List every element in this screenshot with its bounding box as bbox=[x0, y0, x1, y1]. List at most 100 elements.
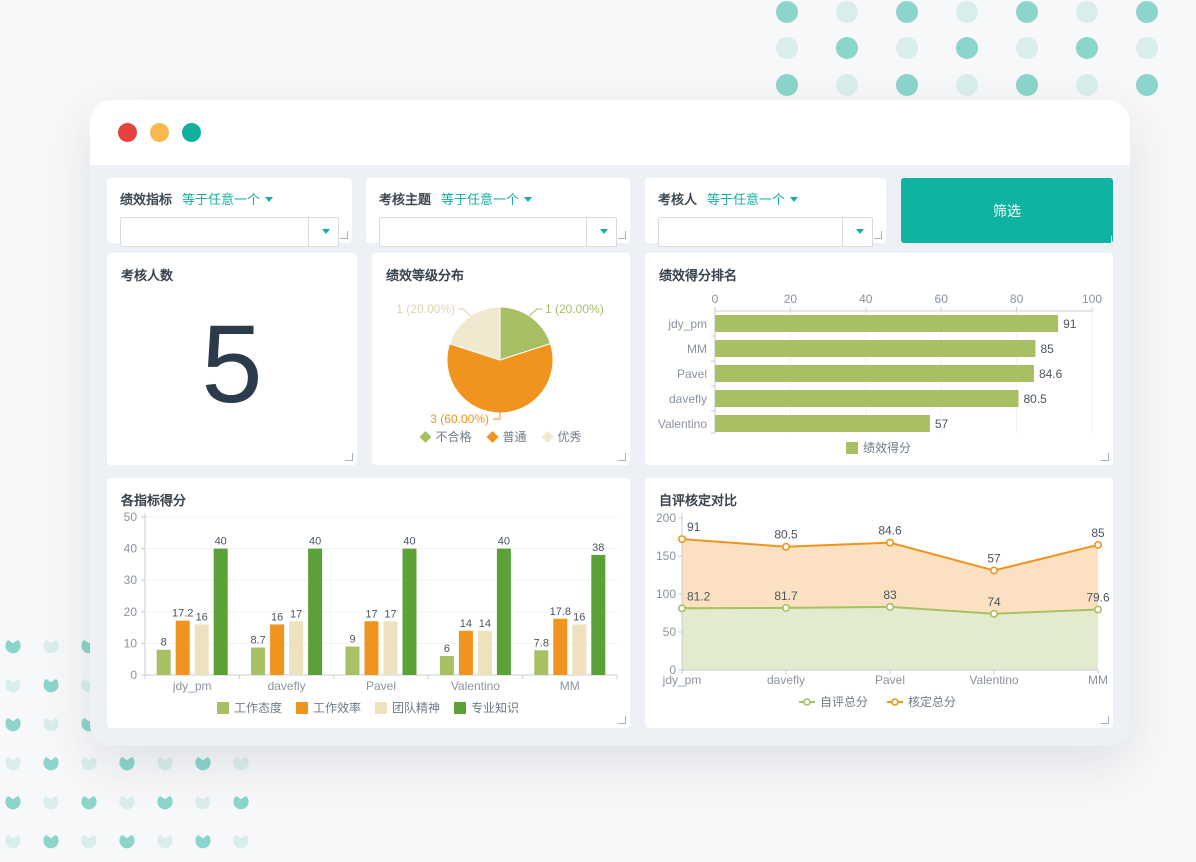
svg-text:38: 38 bbox=[592, 542, 604, 554]
decor-dot bbox=[836, 74, 858, 96]
svg-text:40: 40 bbox=[215, 536, 227, 548]
resize-handle[interactable] bbox=[1101, 716, 1109, 724]
resize-handle[interactable] bbox=[874, 231, 882, 239]
svg-text:jdy_pm: jdy_pm bbox=[667, 317, 707, 331]
decor-pac-icon bbox=[42, 831, 60, 849]
resize-handle[interactable] bbox=[618, 231, 626, 239]
svg-text:工作效率: 工作效率 bbox=[313, 700, 361, 715]
chart-title: 绩效得分排名 bbox=[659, 265, 737, 284]
decor-dot bbox=[896, 37, 918, 59]
svg-text:20: 20 bbox=[784, 292, 798, 306]
chevron-down-icon bbox=[600, 229, 608, 238]
svg-text:优秀: 优秀 bbox=[558, 430, 582, 444]
resize-handle[interactable] bbox=[618, 453, 626, 461]
chart-title: 各指标得分 bbox=[121, 490, 186, 509]
decor-dot bbox=[956, 74, 978, 96]
svg-text:16: 16 bbox=[573, 611, 585, 623]
decor-pac-icon bbox=[80, 792, 98, 810]
svg-text:Pavel: Pavel bbox=[677, 367, 707, 381]
resize-handle[interactable] bbox=[618, 716, 626, 724]
svg-text:80: 80 bbox=[1010, 292, 1024, 306]
svg-text:60: 60 bbox=[935, 292, 949, 306]
filter-input-value bbox=[380, 218, 586, 246]
svg-text:davefly: davefly bbox=[767, 673, 805, 687]
svg-text:1 (20.00%): 1 (20.00%) bbox=[545, 302, 604, 316]
svg-text:核定总分: 核定总分 bbox=[908, 694, 956, 709]
svg-text:jdy_pm: jdy_pm bbox=[172, 679, 212, 693]
decor-dot bbox=[1016, 37, 1038, 59]
decor-pac-icon bbox=[4, 636, 22, 654]
svg-text:30: 30 bbox=[124, 573, 138, 587]
svg-text:50: 50 bbox=[124, 510, 138, 524]
svg-text:100: 100 bbox=[656, 587, 676, 601]
decor-dot bbox=[896, 1, 918, 23]
decor-dot bbox=[1016, 74, 1038, 96]
decor-pac-icon bbox=[42, 753, 60, 771]
kpi-value: 5 bbox=[107, 305, 357, 425]
svg-text:Valentino: Valentino bbox=[658, 417, 707, 431]
svg-text:Pavel: Pavel bbox=[875, 673, 905, 687]
decor-pac-icon bbox=[42, 792, 60, 810]
svg-text:10: 10 bbox=[124, 636, 138, 650]
filter-operator-dropdown[interactable]: 等于任意一个 bbox=[707, 192, 798, 207]
filter-value-input[interactable] bbox=[658, 217, 873, 247]
svg-text:Valentino: Valentino bbox=[969, 673, 1018, 687]
dropdown-caret-zone[interactable] bbox=[308, 218, 338, 246]
svg-text:17: 17 bbox=[365, 608, 377, 620]
svg-text:91: 91 bbox=[687, 520, 701, 534]
dropdown-caret-zone[interactable] bbox=[842, 218, 872, 246]
decor-pac-icon bbox=[156, 792, 174, 810]
decor-pac-icon bbox=[232, 753, 250, 771]
resize-handle[interactable] bbox=[340, 231, 348, 239]
resize-handle[interactable] bbox=[345, 453, 353, 461]
decor-pac-icon bbox=[4, 675, 22, 693]
page-background: 绩效指标等于任意一个 考核主题等于任意一个 考核人等于任意一个 bbox=[0, 0, 1196, 862]
filter-card-review-topic: 考核主题等于任意一个 bbox=[366, 178, 630, 243]
chevron-down-icon bbox=[856, 229, 864, 238]
decor-pac-icon bbox=[80, 753, 98, 771]
decor-dot bbox=[1016, 1, 1038, 23]
svg-text:0: 0 bbox=[712, 292, 719, 306]
filter-label: 绩效指标 bbox=[120, 192, 172, 207]
decor-pac-icon bbox=[42, 675, 60, 693]
decor-dot bbox=[836, 1, 858, 23]
svg-text:17.8: 17.8 bbox=[550, 606, 571, 618]
decor-pac-icon bbox=[80, 831, 98, 849]
traffic-light-green-icon[interactable] bbox=[182, 123, 201, 142]
svg-text:85: 85 bbox=[1091, 526, 1105, 540]
svg-text:84.6: 84.6 bbox=[1039, 367, 1063, 381]
filter-operator-dropdown[interactable]: 等于任意一个 bbox=[182, 192, 273, 207]
svg-text:57: 57 bbox=[935, 417, 949, 431]
svg-text:6: 6 bbox=[444, 643, 450, 655]
self-vs-final-chart: 05010015020081.281.7837479.69180.584.657… bbox=[645, 478, 1113, 728]
traffic-light-red-icon[interactable] bbox=[118, 123, 137, 142]
resize-handle[interactable] bbox=[1104, 236, 1112, 244]
decor-pac-icon bbox=[118, 831, 136, 849]
svg-text:81.2: 81.2 bbox=[687, 589, 711, 603]
svg-text:79.6: 79.6 bbox=[1086, 591, 1110, 605]
svg-text:14: 14 bbox=[460, 618, 472, 630]
dropdown-caret-zone[interactable] bbox=[586, 218, 616, 246]
svg-text:100: 100 bbox=[1082, 292, 1102, 306]
filter-submit-button[interactable]: 筛选 bbox=[901, 178, 1113, 243]
svg-text:团队精神: 团队精神 bbox=[392, 700, 440, 715]
svg-text:Valentino: Valentino bbox=[451, 679, 500, 693]
app-window: 绩效指标等于任意一个 考核主题等于任意一个 考核人等于任意一个 bbox=[90, 100, 1130, 746]
filter-input-value bbox=[121, 218, 308, 246]
chart-title: 自评核定对比 bbox=[659, 490, 737, 509]
svg-text:84.6: 84.6 bbox=[878, 524, 902, 538]
filter-value-input[interactable] bbox=[379, 217, 617, 247]
filter-value-input[interactable] bbox=[120, 217, 339, 247]
decor-pac-icon bbox=[4, 753, 22, 771]
decor-dot bbox=[1136, 1, 1158, 23]
chart-title: 绩效等级分布 bbox=[386, 265, 464, 284]
svg-text:绩效得分: 绩效得分 bbox=[863, 440, 911, 455]
decor-pac-icon bbox=[42, 714, 60, 732]
resize-handle[interactable] bbox=[1101, 453, 1109, 461]
svg-text:20: 20 bbox=[124, 605, 138, 619]
filter-operator-dropdown[interactable]: 等于任意一个 bbox=[441, 192, 532, 207]
svg-text:16: 16 bbox=[271, 611, 283, 623]
traffic-light-yellow-icon[interactable] bbox=[150, 123, 169, 142]
decor-dot bbox=[776, 1, 798, 23]
decor-pac-icon bbox=[194, 831, 212, 849]
